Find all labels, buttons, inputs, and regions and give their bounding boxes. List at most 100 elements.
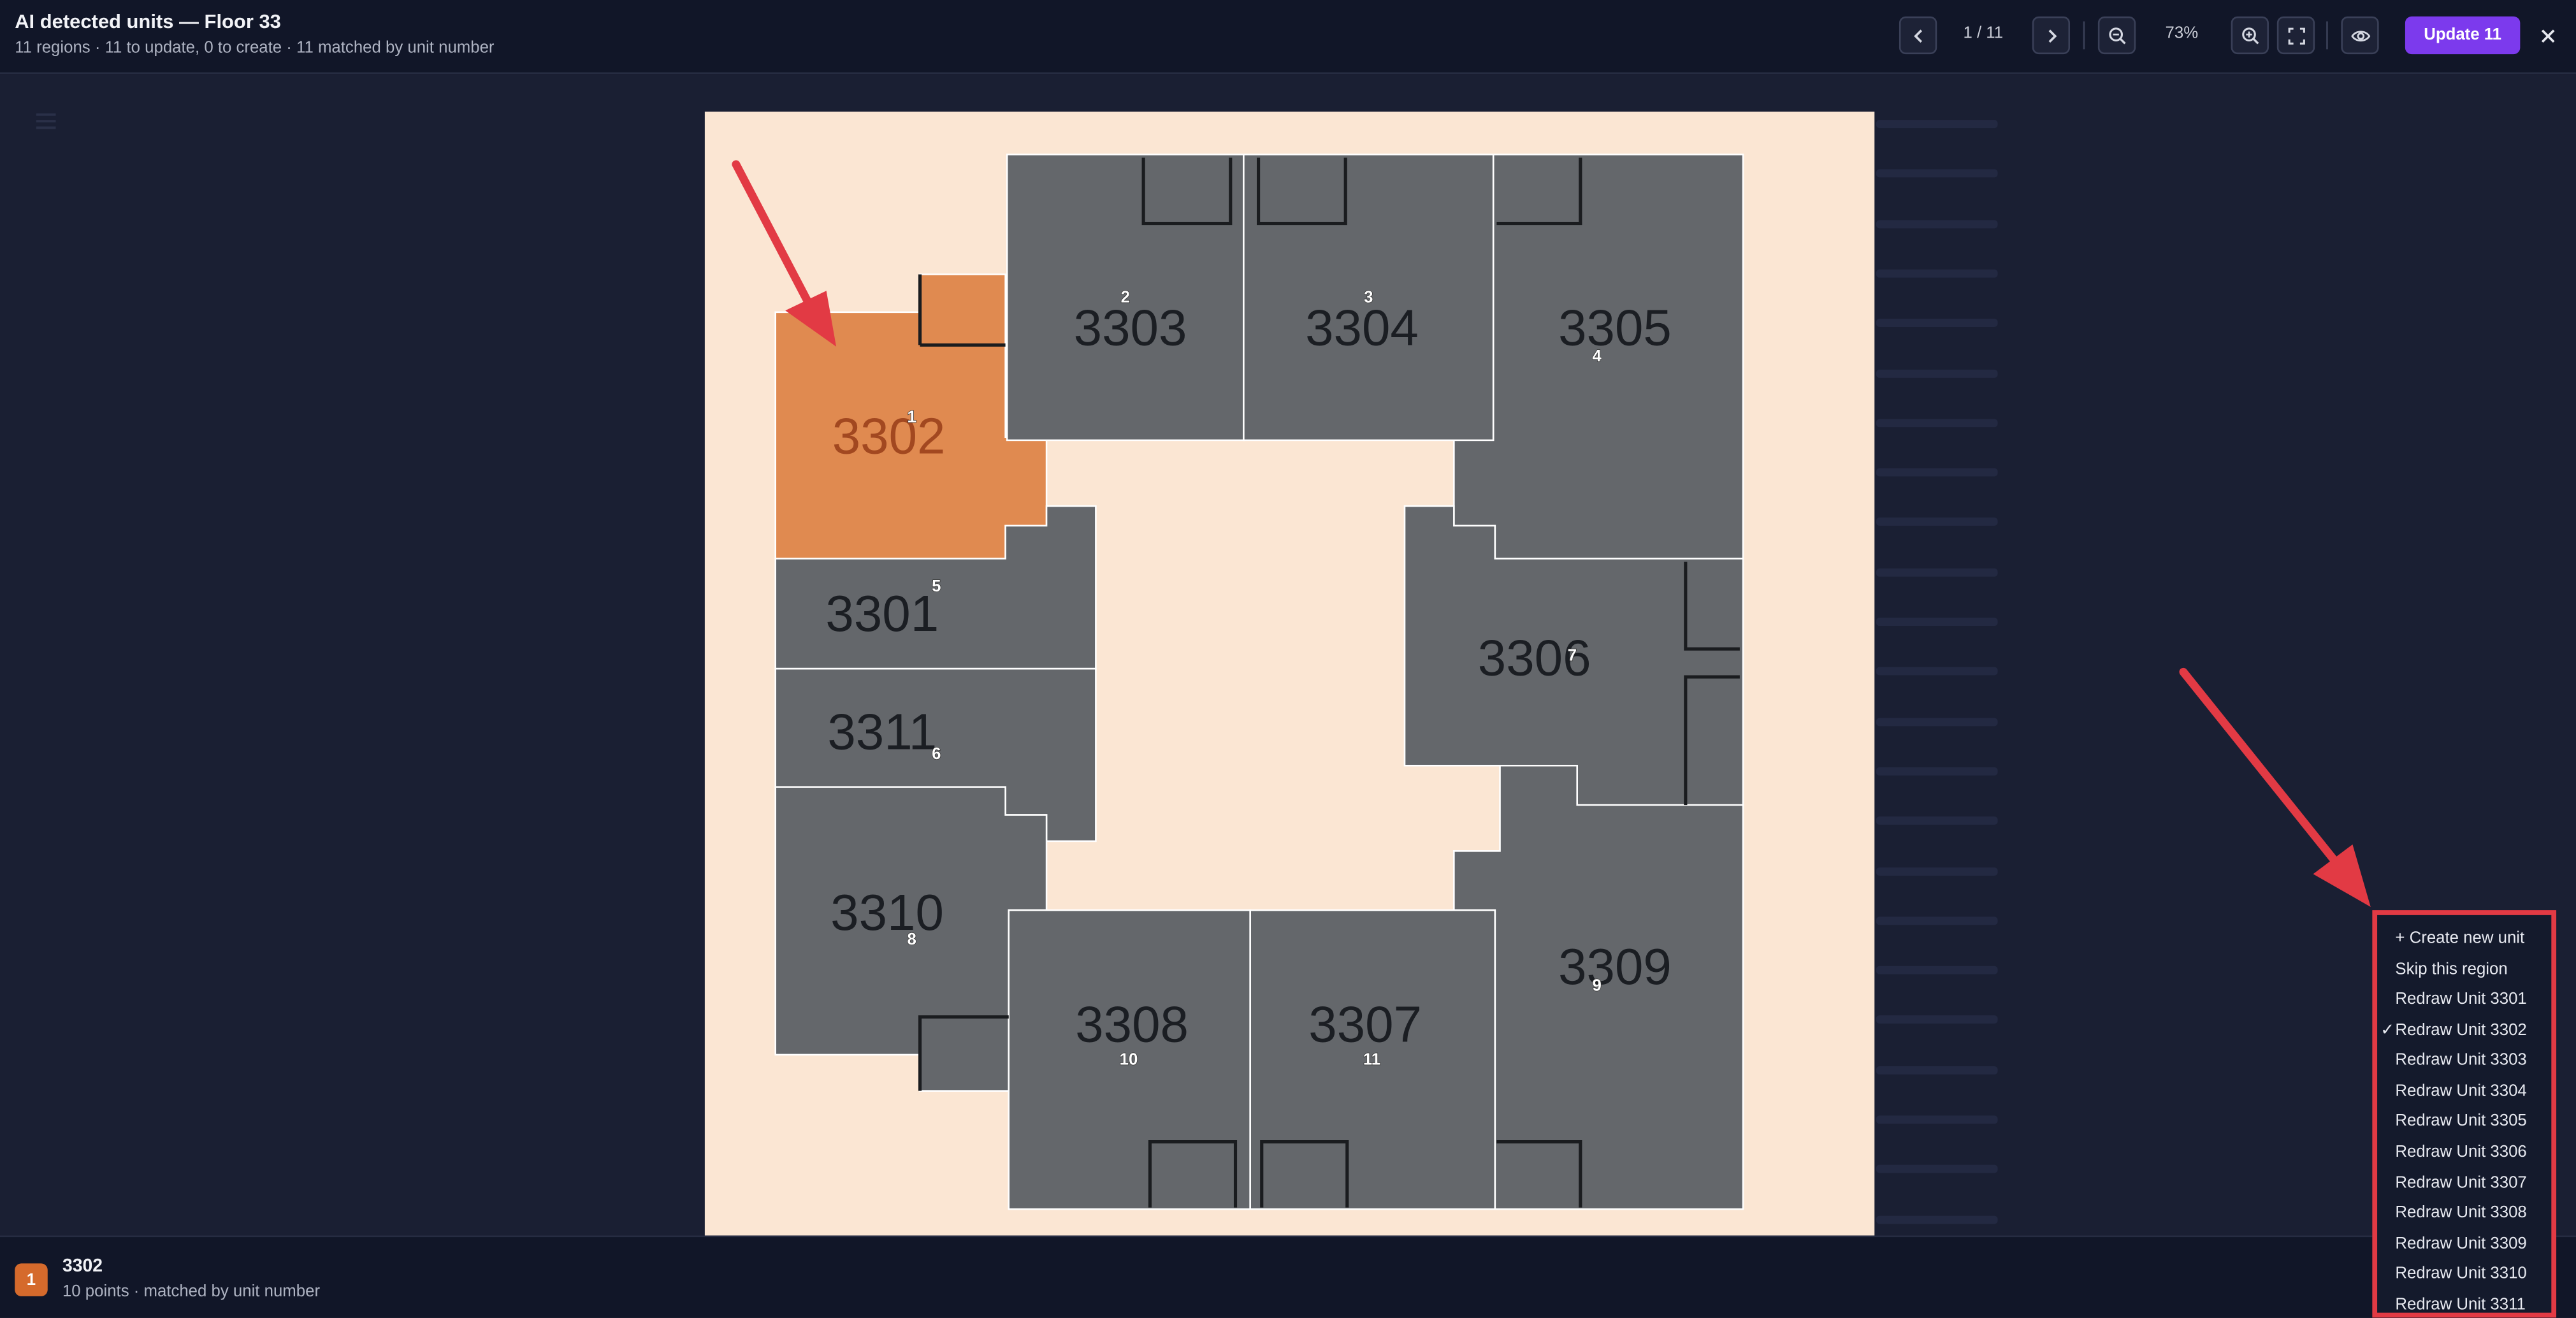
dropdown-item[interactable]: ✓ Redraw Unit 3302: [2377, 1017, 2551, 1046]
dropdown-item-label: Redraw Unit 3311: [2395, 1296, 2526, 1315]
dropdown-item-label: Redraw Unit 3301: [2395, 990, 2527, 1009]
close-button[interactable]: [2528, 17, 2566, 54]
region-badge: 1: [15, 1263, 48, 1296]
selected-unit-detail: 10 points · matched by unit number: [62, 1283, 321, 1301]
dropdown-item[interactable]: Redraw Unit 3308: [2377, 1199, 2551, 1229]
unit-label-3304: 3304: [1305, 299, 1419, 356]
fullscreen-icon: [2287, 27, 2305, 44]
dropdown-item-label: + Create new unit: [2395, 930, 2525, 948]
dropdown-item-label: Redraw Unit 3308: [2395, 1204, 2527, 1222]
ghost-row: [1876, 717, 1998, 726]
ghost-row: [1876, 618, 1998, 626]
floorplan-svg: 3302133032330433305433015331163306733108…: [774, 154, 1744, 1210]
region-number-8: 8: [908, 931, 916, 948]
unit-label-3308: 3308: [1075, 996, 1189, 1052]
update-units-button[interactable]: Update 11: [2405, 16, 2521, 55]
chevron-left-icon: [1913, 29, 1921, 42]
ghost-row: [1876, 170, 1998, 178]
ghost-row: [1876, 1165, 1998, 1174]
ghost-row: [1876, 418, 1998, 427]
zoom-out-button[interactable]: [2097, 16, 2136, 55]
eye-icon: [2350, 30, 2370, 41]
ghost-row: [1876, 518, 1998, 526]
dropdown-item-label: Redraw Unit 3310: [2395, 1264, 2527, 1284]
unit-label-3302: 3302: [832, 407, 946, 464]
unit-label-3305: 3305: [1558, 299, 1672, 356]
top-bar: AI detected units — Floor 33 11 regions …: [0, 0, 2576, 75]
page-subtitle: 11 regions · 11 to update, 0 to create ·…: [15, 39, 495, 58]
region-number-11: 11: [1363, 1050, 1380, 1068]
floorplan-canvas[interactable]: 3302 1 3303 2 3304 3 3305 4 3301 5 3311 6 3306 7 3310 8…: [704, 112, 1875, 1236]
region-number-1: 1: [908, 408, 916, 426]
close-icon: [2540, 29, 2554, 42]
region-number-7: 7: [1568, 646, 1577, 664]
toolbar-divider: [2083, 21, 2085, 50]
chevron-right-icon: [2048, 29, 2057, 42]
dropdown-item-label: Skip this region: [2395, 961, 2508, 980]
ghost-row: [1876, 1115, 1998, 1124]
selected-unit-number: 3302: [62, 1257, 103, 1277]
menu-icon: [36, 113, 56, 129]
zoom-in-button[interactable]: [2231, 16, 2269, 55]
region-number-2: 2: [1121, 288, 1130, 306]
dropdown-item-label: Redraw Unit 3304: [2395, 1082, 2527, 1101]
region-number-6: 6: [932, 745, 941, 763]
region-number-10: 10: [1120, 1050, 1138, 1068]
dropdown-item-label: Redraw Unit 3306: [2395, 1143, 2527, 1162]
fit-to-screen-button[interactable]: [2276, 16, 2315, 55]
ghost-row: [1876, 269, 1998, 278]
unit-action-dropdown: + Create new unit Skip this region Redraw …: [2372, 910, 2557, 1318]
region-number-5: 5: [932, 577, 941, 595]
dropdown-item-label: Redraw Unit 3303: [2395, 1051, 2527, 1070]
unit-label-3307: 3307: [1308, 996, 1422, 1052]
ghost-row: [1876, 916, 1998, 925]
dropdown-item[interactable]: Skip this region: [2377, 956, 2551, 985]
ghost-row: [1876, 468, 1998, 477]
unit-label-3303: 3303: [1074, 299, 1187, 356]
dropdown-item[interactable]: Redraw Unit 3301: [2377, 986, 2551, 1015]
next-region-button[interactable]: [2032, 16, 2071, 55]
dropdown-item[interactable]: Redraw Unit 3309: [2377, 1231, 2551, 1260]
ghost-row: [1876, 966, 1998, 974]
region-pager: 1 / 11: [1963, 24, 2004, 43]
ghost-row: [1876, 219, 1998, 228]
dropdown-item[interactable]: Redraw Unit 3303: [2377, 1046, 2551, 1076]
toolbar-divider: [2326, 21, 2328, 50]
ghost-row: [1876, 767, 1998, 776]
ghost-row: [1876, 1016, 1998, 1024]
ghost-row: [1876, 866, 1998, 875]
unit-label-3301: 3301: [825, 585, 939, 642]
ghost-row: [1876, 667, 1998, 676]
ghost-row: [1876, 1066, 1998, 1075]
zoom-in-icon: [2241, 27, 2259, 44]
ghost-row: [1876, 319, 1998, 328]
region-number-9: 9: [1592, 976, 1601, 994]
zoom-out-icon: [2108, 27, 2125, 44]
dropdown-item[interactable]: Redraw Unit 3306: [2377, 1138, 2551, 1168]
unit-label-3310: 3310: [830, 884, 944, 941]
ghost-row: [1876, 816, 1998, 825]
region-number-3: 3: [1364, 288, 1373, 306]
dropdown-item[interactable]: Redraw Unit 3305: [2377, 1107, 2551, 1136]
dropdown-item[interactable]: Redraw Unit 3304: [2377, 1078, 2551, 1107]
dropdown-item[interactable]: Redraw Unit 3311: [2377, 1291, 2551, 1315]
unit-label-3311: 3311: [827, 703, 937, 760]
ghost-row: [1876, 568, 1998, 577]
dropdown-item-label: Redraw Unit 3309: [2395, 1235, 2527, 1254]
preview-toggle-button[interactable]: [2341, 16, 2379, 55]
region-number-4: 4: [1592, 347, 1602, 365]
dropdown-item[interactable]: Redraw Unit 3307: [2377, 1170, 2551, 1199]
dropdown-item[interactable]: Redraw Unit 3310: [2377, 1260, 2551, 1289]
zoom-level: 73%: [2165, 24, 2199, 43]
dropdown-item-label: Redraw Unit 3305: [2395, 1112, 2527, 1131]
dropdown-item-label: Redraw Unit 3302: [2395, 1022, 2527, 1040]
dropdown-item-label: Redraw Unit 3307: [2395, 1175, 2527, 1193]
dropdown-item[interactable]: + Create new unit: [2377, 925, 2551, 954]
selection-footer: 1 3302 10 points · matched by unit numbe…: [0, 1235, 2576, 1318]
ghost-row: [1876, 368, 1998, 377]
ghost-row: [1876, 120, 1998, 129]
check-icon: ✓: [2380, 1022, 2394, 1040]
ghost-row: [1876, 1215, 1998, 1224]
unit-label-3309: 3309: [1558, 938, 1672, 995]
prev-region-button[interactable]: [1899, 16, 1937, 55]
